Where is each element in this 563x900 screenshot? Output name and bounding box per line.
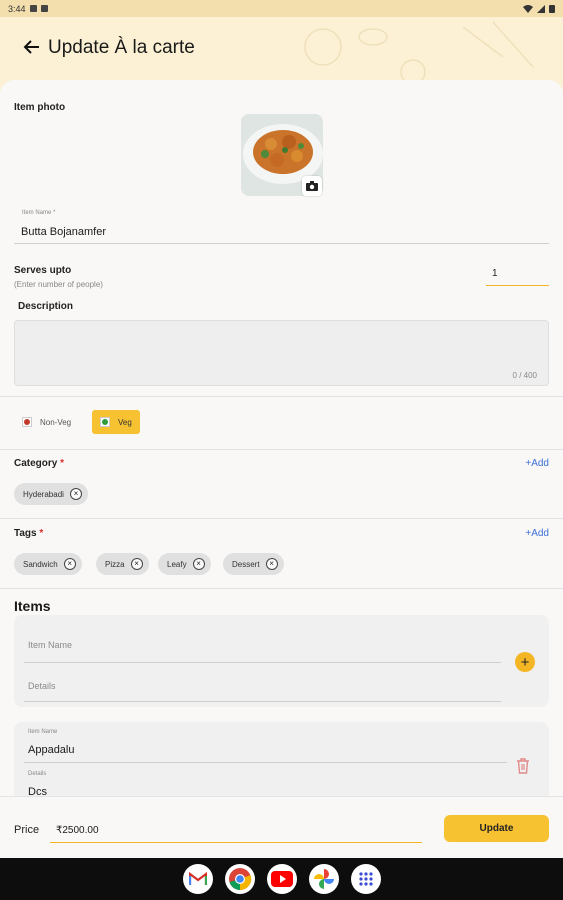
chip-label: Sandwich [23, 559, 58, 569]
chip-label: Leafy [167, 559, 187, 569]
required-mark: * [60, 458, 65, 469]
non-veg-label: Non-Veg [40, 417, 72, 427]
new-item-details-input[interactable]: Details [28, 681, 56, 691]
tag-chip: Leafy × [158, 553, 211, 575]
gmail-icon[interactable] [182, 864, 213, 894]
youtube-icon[interactable] [266, 864, 297, 894]
non-veg-option[interactable]: Non-Veg [14, 410, 80, 434]
required-mark: * [39, 528, 44, 539]
serves-upto-input[interactable]: 1 [486, 264, 549, 286]
veg-label: Veg [118, 417, 132, 427]
update-button[interactable]: Update [444, 815, 549, 842]
item-name-value: Butta Bojanamfer [21, 226, 106, 238]
remove-chip-icon[interactable]: × [63, 558, 76, 570]
gmail-glyph [188, 872, 207, 885]
status-bar: 3:44 [0, 0, 563, 17]
remove-chip-icon[interactable]: × [265, 558, 278, 570]
battery-icon [549, 5, 555, 13]
veg-option[interactable]: Veg [92, 410, 140, 434]
remove-chip-icon[interactable]: × [69, 488, 82, 500]
price-input[interactable]: ₹2500.00 [50, 819, 422, 843]
tag-chip: Dessert × [223, 553, 284, 575]
item-entry-card: Item Name Appadalu Details Dcs [14, 722, 549, 800]
chip-label: Pizza [105, 559, 125, 569]
page-title: Update À la carte [48, 37, 195, 58]
category-chip: Hyderabadi × [14, 483, 88, 505]
description-label: Description [18, 301, 74, 312]
category-label: Category * [14, 458, 64, 469]
category-label-text: Category [14, 458, 58, 469]
add-item-button[interactable]: + [515, 652, 535, 672]
item-name-label: Item Name [28, 729, 58, 735]
status-time: 3:44 [8, 3, 26, 14]
system-nav-bar [0, 858, 563, 900]
chrome-icon[interactable] [224, 864, 255, 894]
message-icon [29, 5, 37, 12]
change-photo-button[interactable] [302, 176, 322, 196]
input-underline [24, 662, 501, 663]
tags-label: Tags * [14, 528, 43, 539]
wifi-icon [523, 4, 533, 13]
bottom-action-bar: Price ₹2500.00 Update [0, 796, 563, 858]
serves-upto-group: Serves upto (Enter number of people) [14, 260, 103, 289]
add-category-link[interactable]: +Add [525, 458, 549, 469]
new-item-name-input[interactable]: Item Name [28, 640, 72, 650]
signal-icon [537, 4, 545, 13]
item-entry-name[interactable]: Appadalu [28, 744, 75, 756]
photos-icon[interactable] [308, 864, 339, 894]
description-counter: 0 / 400 [512, 371, 537, 380]
divider [0, 588, 563, 589]
remove-chip-icon[interactable]: × [192, 558, 205, 570]
item-name-label: Item Name * [22, 210, 56, 216]
veg-icon [100, 417, 110, 427]
storage-icon [40, 5, 48, 12]
items-section-title: Items [14, 598, 51, 614]
item-photo-label: Item photo [14, 102, 66, 113]
tag-chip: Pizza × [96, 553, 149, 575]
photos-glyph [313, 869, 334, 889]
app-drawer-icon[interactable] [350, 864, 381, 894]
camera-icon [306, 181, 318, 191]
price-label: Price [14, 824, 40, 836]
divider [0, 518, 563, 519]
app-drawer-glyph [358, 872, 373, 886]
divider [0, 449, 563, 450]
new-item-card: Item Name Details + [14, 615, 549, 707]
serves-upto-label: Serves upto [14, 265, 72, 276]
item-details-label: Details [28, 771, 47, 777]
tag-chip: Sandwich × [14, 553, 82, 575]
add-tag-link[interactable]: +Add [525, 528, 549, 539]
chrome-glyph [228, 868, 251, 891]
serves-upto-hint: (Enter number of people) [14, 280, 103, 289]
non-veg-icon [22, 417, 32, 427]
youtube-glyph [270, 871, 293, 887]
divider [0, 396, 563, 397]
remove-chip-icon[interactable]: × [130, 558, 143, 570]
chip-label: Dessert [232, 559, 260, 569]
description-textarea[interactable] [14, 320, 549, 386]
back-arrow-icon[interactable] [22, 37, 42, 57]
delete-item-icon[interactable] [516, 758, 530, 774]
chip-label: Hyderabadi [23, 489, 64, 499]
input-underline [24, 701, 501, 702]
tags-label-text: Tags [14, 528, 37, 539]
input-underline [24, 762, 507, 763]
form-sheet: Item photo Item Name * Butta Bojanamfer … [0, 80, 563, 800]
item-name-field[interactable]: Item Name * Butta Bojanamfer [14, 208, 549, 244]
